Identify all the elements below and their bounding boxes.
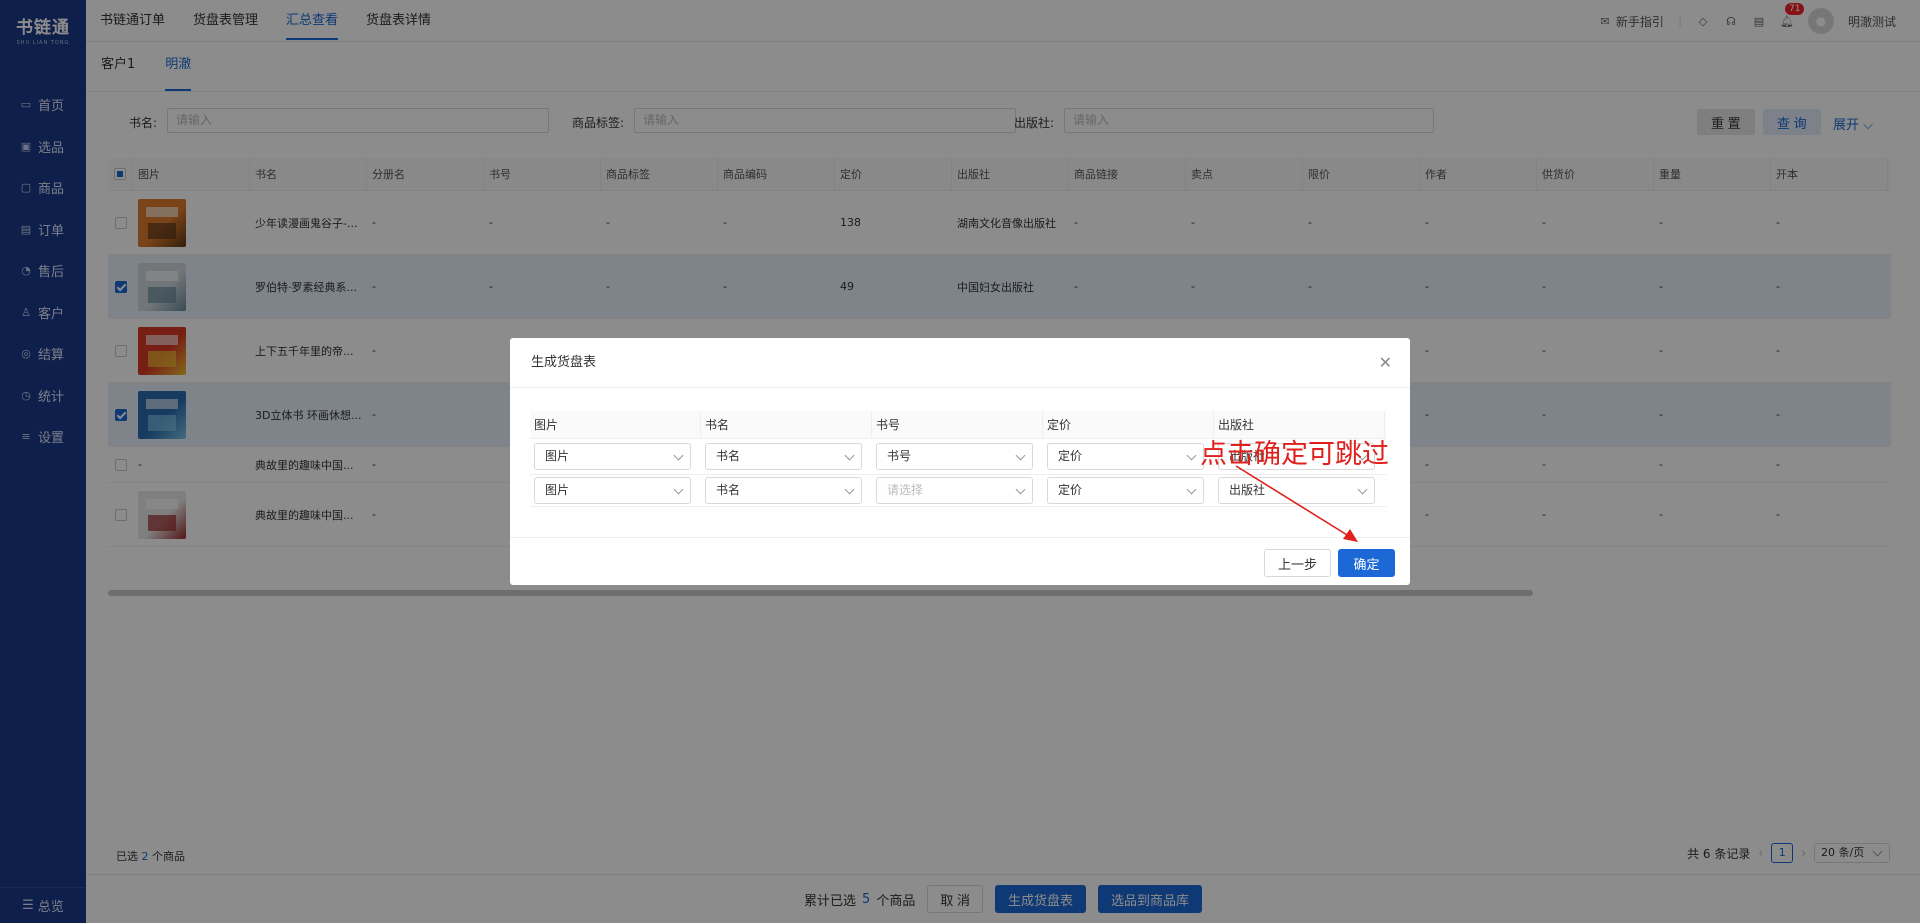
field-select-value: 出版社 [1229, 483, 1266, 497]
close-icon[interactable]: ✕ [1379, 338, 1392, 388]
annotation-text: 点击确定可跳过 [1200, 439, 1389, 470]
field-select-value: 定价 [1058, 449, 1083, 463]
confirm-button[interactable]: 确定 [1338, 549, 1395, 577]
mapping-column-header: 书名 [701, 411, 872, 438]
chevron-down-icon [1015, 484, 1026, 495]
mapping-cell: 定价 [1043, 475, 1214, 506]
mapping-column-header: 定价 [1043, 411, 1214, 438]
field-select-value: 图片 [545, 449, 570, 463]
field-select-value: 书名 [716, 483, 741, 497]
modal-header: 生成货盘表 ✕ [510, 338, 1410, 388]
field-select-value: 书名 [716, 449, 741, 463]
mapping-cell: 图片 [530, 439, 701, 474]
mapping-cell: 图片 [530, 475, 701, 506]
field-select[interactable]: 书号 [876, 443, 1033, 470]
field-select-value: 请选择 [887, 483, 924, 497]
mapping-cell: 书名 [701, 439, 872, 474]
chevron-down-icon [673, 484, 684, 495]
modal-footer: 上一步 确定 [510, 537, 1410, 585]
mapping-column-header: 图片 [530, 411, 701, 438]
field-select-value: 定价 [1058, 483, 1083, 497]
chevron-down-icon [1186, 450, 1197, 461]
field-select[interactable]: 图片 [534, 443, 691, 470]
chevron-down-icon [1186, 484, 1197, 495]
mapping-column-header: 书号 [872, 411, 1043, 438]
field-select[interactable]: 图片 [534, 477, 691, 504]
field-select[interactable]: 书名 [705, 477, 862, 504]
mapping-cell: 请选择 [872, 475, 1043, 506]
field-select-value: 图片 [545, 483, 570, 497]
field-select[interactable]: 出版社 [1218, 477, 1375, 504]
modal-title: 生成货盘表 [531, 355, 597, 370]
chevron-down-icon [1015, 450, 1026, 461]
mapping-cell: 定价 [1043, 439, 1214, 474]
mapping-cell: 书名 [701, 475, 872, 506]
mapping-cell: 出版社 [1214, 475, 1385, 506]
field-select[interactable]: 书名 [705, 443, 862, 470]
chevron-down-icon [673, 450, 684, 461]
mapping-cell: 书号 [872, 439, 1043, 474]
previous-step-button[interactable]: 上一步 [1264, 549, 1331, 577]
field-select[interactable]: 定价 [1047, 443, 1204, 470]
field-select[interactable]: 请选择 [876, 477, 1033, 504]
mapping-row: 图片 书名 请选择 定价 出版社 [530, 475, 1386, 507]
chevron-down-icon [844, 484, 855, 495]
field-select[interactable]: 定价 [1047, 477, 1204, 504]
field-select-value: 书号 [887, 449, 912, 463]
chevron-down-icon [844, 450, 855, 461]
chevron-down-icon [1357, 484, 1368, 495]
